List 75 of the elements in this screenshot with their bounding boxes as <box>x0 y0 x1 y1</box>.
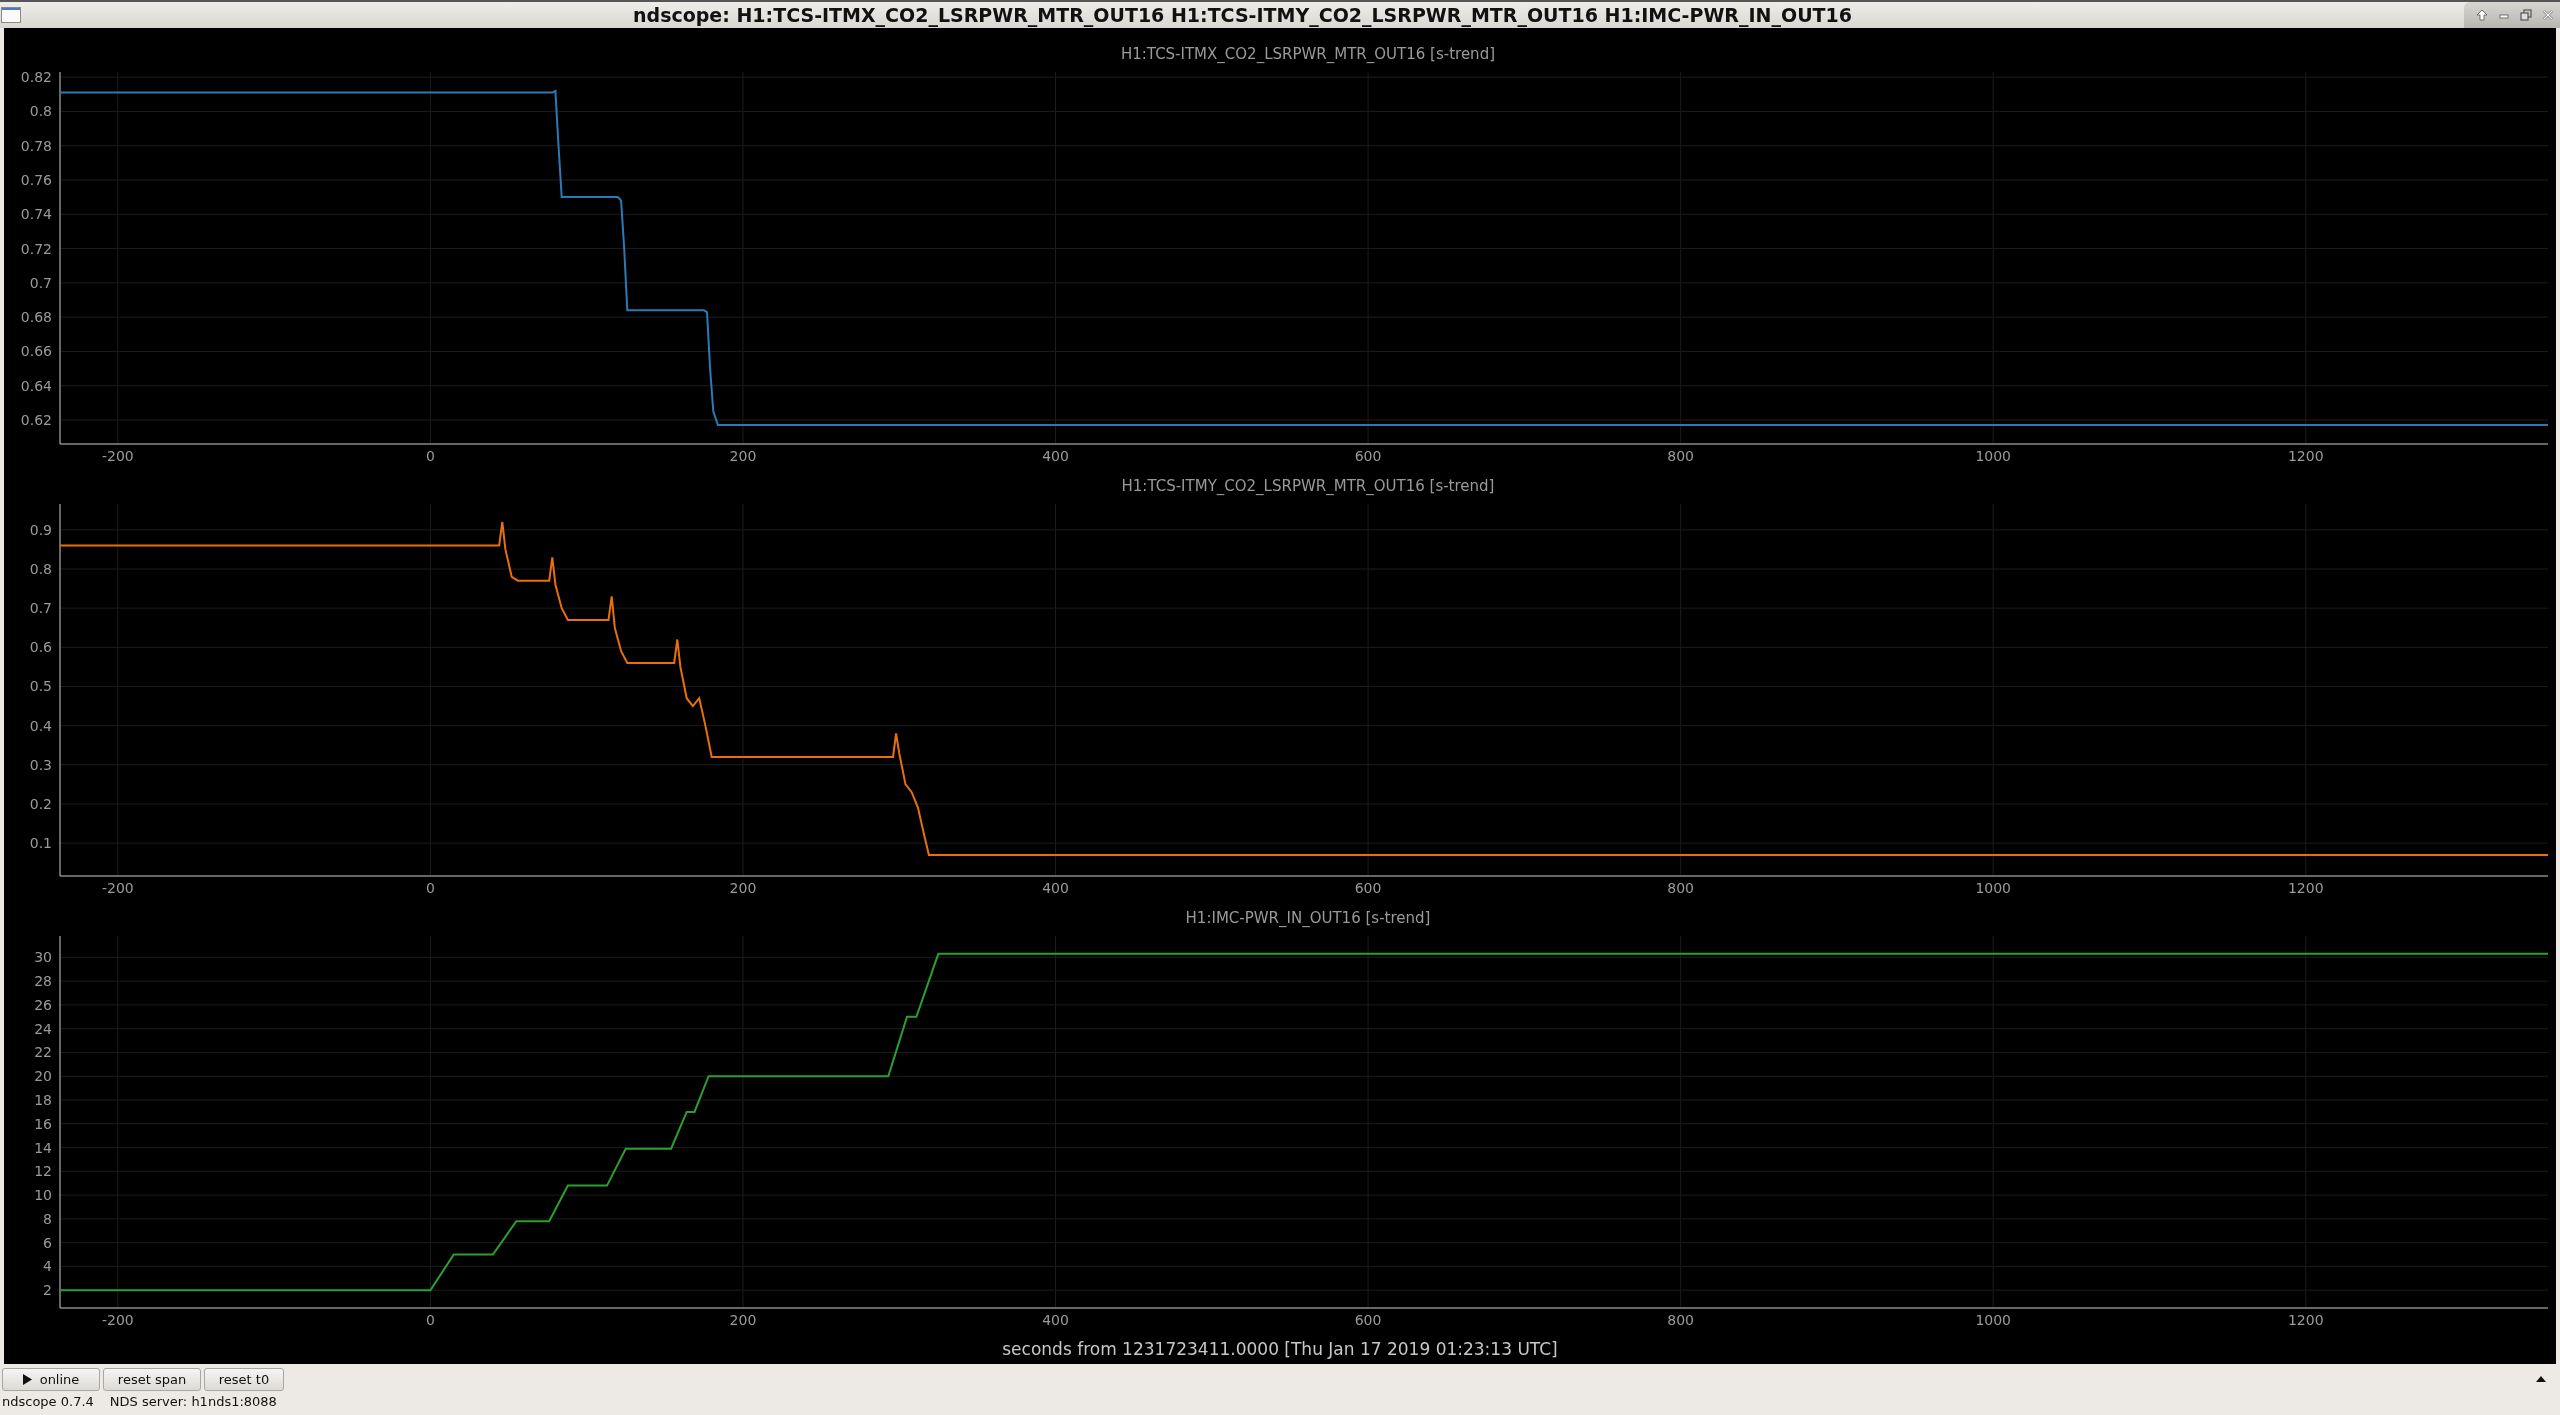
axis-tick-label: 0 <box>425 880 435 896</box>
axis-tick-label: 200 <box>729 880 757 896</box>
axis-tick-label: 0.64 <box>20 377 52 394</box>
axis-tick-label: 0.7 <box>29 274 52 291</box>
axis-tick-label: 0.82 <box>20 69 52 86</box>
up-arrow-icon[interactable] <box>2536 1376 2546 1382</box>
axis-tick-label: 1200 <box>2287 448 2324 464</box>
axis-tick-label: 0.66 <box>20 343 52 360</box>
axis-tick-label: 18 <box>34 1092 52 1108</box>
axis-tick-label: 24 <box>34 1020 52 1037</box>
window-title: ndscope: H1:TCS-ITMX_CO2_LSRPWR_MTR_OUT16 H1:TCS-ITMY_CO2_LSRPWR_MTR_OUT16 H1:IMC-PWR_IN_OUT16 <box>632 4 1853 26</box>
axis-tick-label: 0 <box>425 448 435 464</box>
close-icon[interactable] <box>2542 9 2554 21</box>
axis-tick-label: 0.8 <box>29 103 52 120</box>
axis-tick-label: 28 <box>34 973 52 990</box>
axis-tick-label: 26 <box>34 996 52 1013</box>
axis-tick-label: 12 <box>34 1163 52 1180</box>
maximize-icon[interactable] <box>2520 9 2532 21</box>
axis-tick-label: 1000 <box>1975 880 2011 896</box>
axis-tick-label: 20 <box>34 1068 52 1085</box>
axis-tick-label: 0.72 <box>20 240 52 257</box>
axis-tick-label: 16 <box>34 1115 52 1132</box>
version-label: ndscope 0.7.4 <box>2 1394 94 1409</box>
axis-tick-label: 0.5 <box>29 678 52 695</box>
axis-tick-label: 0.74 <box>20 206 52 223</box>
play-icon <box>22 1373 32 1385</box>
axis-tick-label: 0.68 <box>20 309 52 326</box>
axis-tick-label: 1000 <box>1975 1312 2011 1328</box>
axis-tick-label: 10 <box>34 1187 52 1204</box>
axis-tick-label: 800 <box>1667 880 1694 896</box>
chart-title: H1:IMC-PWR_IN_OUT16 [s-trend] <box>1184 908 1432 929</box>
axis-tick-label: 0.76 <box>20 172 52 188</box>
axis-tick-label: 0.3 <box>29 756 52 773</box>
axis-tick-label: 1000 <box>1975 448 2011 464</box>
axis-tick-label: 14 <box>34 1139 52 1156</box>
axis-tick-label: 30 <box>34 949 52 966</box>
axis-tick-label: 0.78 <box>20 137 52 154</box>
axis-tick-label: 6 <box>43 1234 52 1251</box>
axis-tick-label: 0.7 <box>29 600 52 617</box>
axis-tick-label: 600 <box>1354 448 1382 464</box>
axis-tick-label: 0.9 <box>29 521 52 538</box>
axis-tick-label: 0.2 <box>29 795 52 812</box>
server-label: NDS server: h1nds1:8088 <box>109 1394 277 1409</box>
chart-title: H1:TCS-ITMX_CO2_LSRPWR_MTR_OUT16 [s-trend] <box>1119 44 1496 65</box>
window-icon[interactable] <box>1 7 21 23</box>
axis-tick-label: 22 <box>34 1044 52 1061</box>
axis-tick-label: 800 <box>1667 1312 1694 1328</box>
axis-tick-label: 1200 <box>2287 1312 2324 1328</box>
axis-tick-label: 600 <box>1354 1312 1382 1328</box>
axis-tick-label: 0.62 <box>20 412 52 428</box>
axis-tick-label: 0.1 <box>29 835 52 852</box>
axis-tick-label: 4 <box>43 1258 52 1275</box>
raise-icon[interactable] <box>2476 9 2488 21</box>
chart-title: H1:TCS-ITMY_CO2_LSRPWR_MTR_OUT16 [s-trend] <box>1120 476 1496 497</box>
axis-tick-label: -200 <box>101 448 134 464</box>
axis-tick-label: 0.8 <box>29 561 52 577</box>
axis-tick-label: -200 <box>101 1312 134 1328</box>
axis-tick-label: 0.4 <box>29 717 52 734</box>
axis-label: seconds from 1231723411.0000 [Thu Jan 17 2019 01:23:13 UTC] <box>1002 1338 1558 1360</box>
axis-tick-label: 0.6 <box>29 639 52 656</box>
axis-tick-label: 200 <box>729 1312 757 1328</box>
reset-button[interactable]: reset span <box>103 1367 201 1391</box>
axis-tick-label: 800 <box>1667 448 1694 464</box>
axis-tick-label: 400 <box>1042 448 1069 464</box>
axis-tick-label: 1200 <box>2287 880 2324 896</box>
axis-tick-label: 400 <box>1042 1312 1069 1328</box>
axis-tick-label: 8 <box>43 1210 52 1227</box>
axis-tick-label: 2 <box>43 1282 52 1299</box>
online-button[interactable]: online <box>2 1367 100 1391</box>
axis-tick-label: -200 <box>101 880 134 896</box>
axis-tick-label: 0 <box>425 1312 435 1328</box>
axis-tick-label: 400 <box>1042 880 1069 896</box>
reset-button[interactable]: reset t0 <box>204 1367 284 1391</box>
axis-tick-label: 600 <box>1354 880 1382 896</box>
axis-tick-label: 200 <box>729 448 757 464</box>
